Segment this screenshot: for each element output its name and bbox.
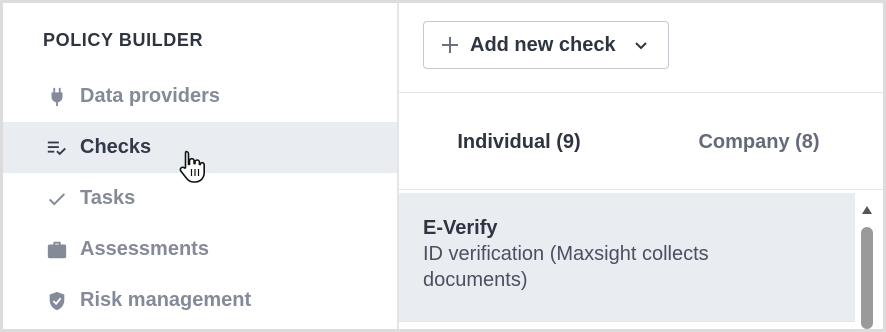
check-description-line-2: documents) <box>423 269 528 291</box>
sidebar-item-checks[interactable]: Checks <box>3 122 397 173</box>
app-frame: POLICY BUILDER Data providers Checks Tas… <box>0 0 886 332</box>
check-title: E-Verify <box>423 217 498 239</box>
checks-panel: Add new check Individual (9) Company (8)… <box>399 3 883 329</box>
check-description-line-1: ID verification (Maxsight collects <box>423 243 709 265</box>
sidebar-item-label: Assessments <box>80 238 209 260</box>
add-new-check-label: Add new check <box>470 33 616 56</box>
checks-list: E-Verify ID verification (Maxsight colle… <box>399 190 855 329</box>
scrollbar[interactable] <box>859 203 875 329</box>
sidebar-item-label: Risk management <box>80 289 252 311</box>
scrollbar-thumb[interactable] <box>861 227 873 329</box>
sidebar-item-data-providers[interactable]: Data providers <box>3 71 397 122</box>
toolbar: Add new check <box>399 3 883 93</box>
chevron-down-icon <box>632 36 650 54</box>
tab-company[interactable]: Company (8) <box>639 94 879 190</box>
list-item-next[interactable] <box>399 321 855 329</box>
list-item[interactable]: E-Verify ID verification (Maxsight colle… <box>399 193 855 321</box>
sidebar-item-assessments[interactable]: Assessments <box>3 224 397 275</box>
add-new-check-button[interactable]: Add new check <box>423 21 669 69</box>
briefcase-icon <box>45 238 69 262</box>
tab-individual[interactable]: Individual (9) <box>399 94 639 190</box>
sidebar-item-label: Data providers <box>80 85 221 107</box>
check-icon <box>45 187 69 211</box>
shield-check-icon <box>45 289 69 313</box>
sidebar-item-risk-management[interactable]: Risk management <box>3 275 397 326</box>
entity-tabs: Individual (9) Company (8) <box>399 94 883 280</box>
plug-icon <box>45 85 69 109</box>
sidebar-title: POLICY BUILDER <box>43 30 204 50</box>
sidebar-nav: Data providers Checks Tasks Assessments <box>3 71 397 326</box>
sidebar-item-label: Checks <box>80 136 152 158</box>
sidebar-item-tasks[interactable]: Tasks <box>3 173 397 224</box>
checklist-icon <box>45 136 69 160</box>
plus-icon <box>440 35 460 55</box>
sidebar-item-label: Tasks <box>80 187 136 209</box>
scroll-up-arrow-icon[interactable] <box>861 205 873 215</box>
sidebar: POLICY BUILDER Data providers Checks Tas… <box>3 3 399 329</box>
